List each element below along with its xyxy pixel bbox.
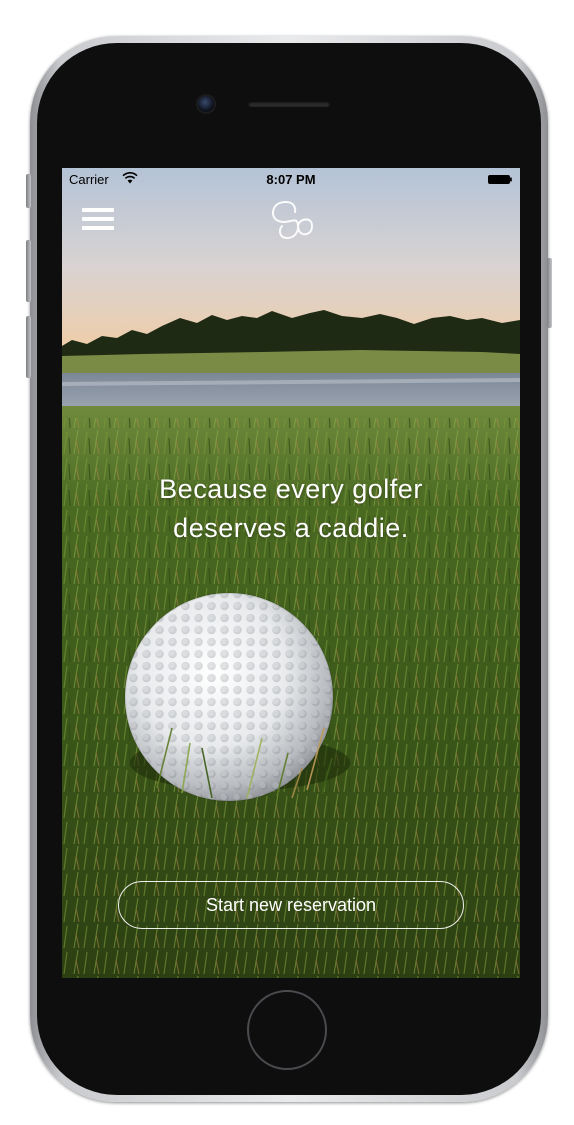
status-bar: Carrier 8:07 PM <box>62 168 520 190</box>
power-button <box>547 258 552 328</box>
hamburger-menu-icon[interactable] <box>82 206 114 232</box>
tagline-text: Because every golfer deserves a caddie. <box>159 474 423 543</box>
volume-down-button <box>26 316 31 378</box>
home-button[interactable] <box>247 990 327 1070</box>
status-time: 8:07 PM <box>266 172 316 187</box>
battery-icon <box>488 175 512 184</box>
app-screen: Carrier 8:07 PM Because every golfer des… <box>62 168 520 978</box>
start-new-reservation-button[interactable]: Start new reservation <box>118 881 464 929</box>
golf-course-background <box>62 168 520 978</box>
infinity-loop-logo-icon <box>271 201 313 239</box>
front-camera <box>198 96 214 112</box>
earpiece-speaker <box>248 101 330 107</box>
volume-up-button <box>26 240 31 302</box>
hero-tagline: Because every golfer deserves a caddie. <box>62 470 520 548</box>
mute-switch <box>26 174 31 208</box>
